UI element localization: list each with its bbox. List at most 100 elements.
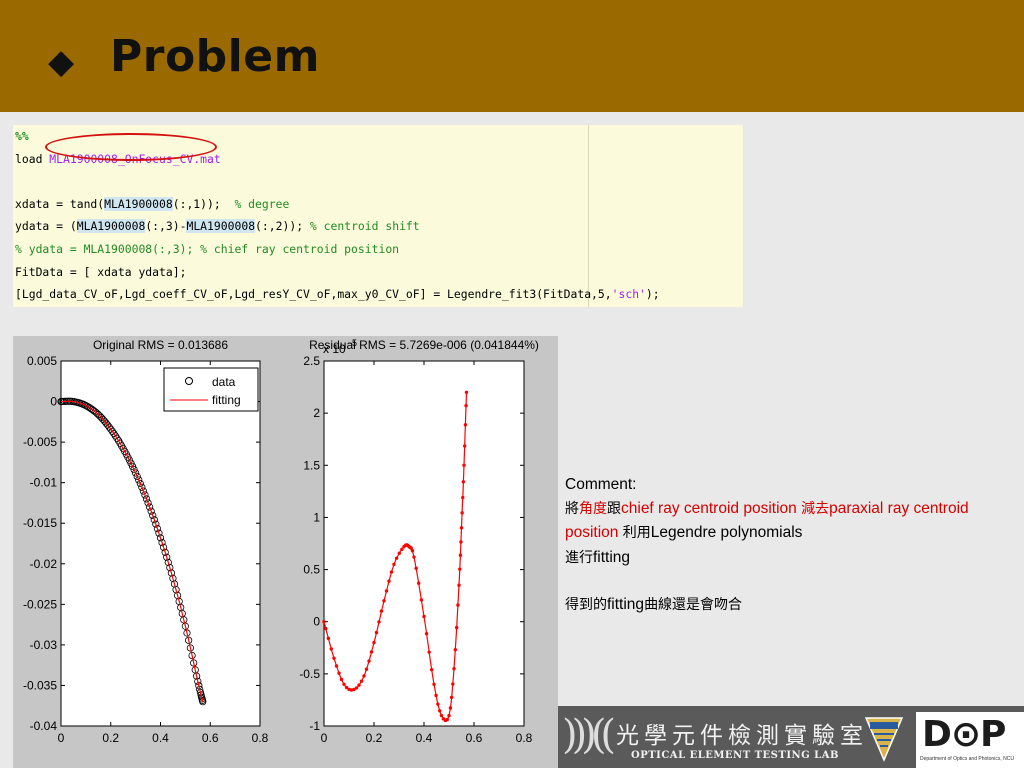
residual-point (334, 664, 339, 668)
code-line: [Lgd_data_CV_oF,Lgd_coeff_CV_oF,Lgd_resY… (15, 287, 660, 301)
code-token: ydata = ( (15, 219, 77, 234)
residual-point (457, 583, 461, 587)
residual-point (372, 640, 376, 645)
legend-box (163, 367, 259, 412)
code-token: ); (645, 287, 660, 302)
code-line: % ydata = MLA1900008(:,3); % chief ray c… (15, 242, 399, 256)
residual-point (379, 609, 384, 613)
residual-point (374, 630, 379, 635)
residual-point (452, 666, 456, 671)
residual-point (416, 581, 421, 585)
residual-point (445, 717, 450, 722)
y-tick-label: -0.035 (23, 678, 57, 692)
x-tick-label: 0 (58, 731, 65, 745)
residual-point (339, 677, 344, 682)
residual-point (459, 526, 464, 530)
legend-label-data: data (212, 375, 236, 389)
y-tick-label: 0 (50, 395, 57, 409)
code-line: ydata = (MLA1900008(:,3)-MLA1900008(:,2)… (15, 219, 420, 234)
y-tick-label: 2 (313, 406, 320, 420)
residual-point (439, 713, 444, 718)
y-tick-label: 1 (313, 510, 320, 524)
comment-heading: Comment: (565, 476, 637, 493)
x-tick-label: 0.6 (202, 731, 219, 745)
residual-point (377, 620, 381, 624)
code-token: MLA1900008 (76, 219, 146, 234)
residual-point (412, 555, 416, 559)
residual-point (400, 547, 404, 552)
editor-margin-line (588, 125, 589, 307)
y-tick-label: -0.025 (23, 597, 57, 611)
code-token: FitData = [ xdata ydata]; (15, 264, 187, 279)
code-token: (:,2)); (255, 219, 310, 234)
x-tick-label: 0.4 (416, 731, 433, 745)
residual-point (453, 648, 458, 652)
y-tick-label: 1.5 (303, 458, 320, 472)
residual-point (322, 620, 326, 624)
comment-line-2: 進行fitting (565, 548, 631, 566)
x-tick-label: 0.2 (102, 731, 119, 745)
y-tick-label: -0.04 (30, 719, 58, 733)
comment-line-3: 得到的fitting曲線還是會吻合 (565, 596, 743, 613)
x-tick-label: 0 (321, 731, 328, 745)
residual-point (397, 551, 402, 555)
code-token: xdata = tand( (15, 196, 105, 211)
exponent-label: x 10 (323, 342, 346, 356)
residual-point (461, 495, 465, 500)
residual-point (462, 444, 467, 448)
residual-point (332, 656, 336, 660)
residual-point (354, 686, 359, 690)
residual-point (429, 668, 434, 672)
lab-name-cn: 光學元件檢測實驗室 (616, 723, 868, 749)
y-tick-label: -1 (309, 719, 320, 733)
residual-point (436, 702, 440, 706)
y-tick-label: -0.02 (30, 557, 58, 571)
university-emblem-icon (864, 717, 904, 762)
residual-point (451, 682, 455, 686)
residual-point (389, 570, 394, 574)
comment-line-1: 將角度跟chief ray centroid position 減去paraxi… (565, 499, 969, 542)
y-tick-label: -0.5 (299, 667, 320, 681)
residual-point (447, 713, 451, 718)
exponent-power: -5 (349, 338, 357, 348)
x-tick-label: 0.8 (252, 731, 269, 745)
lens-arcs-icon: )))(( (562, 712, 616, 758)
code-token: load (15, 151, 50, 166)
y-tick-label: 0.5 (303, 563, 320, 577)
residual-point (342, 682, 346, 686)
residual-point (384, 589, 389, 593)
residual-point (461, 480, 466, 484)
y-tick-label: -0.005 (23, 435, 57, 449)
legend-label-fitting: fitting (212, 393, 241, 407)
dop-logo-sub: Department of Optics and Photonics, NCU (920, 756, 1014, 762)
dop-logo: D⊙P Department of Optics and Photonics, … (916, 712, 1024, 768)
residual-point (392, 562, 396, 567)
code-token: % degree (234, 196, 290, 211)
code-line: FitData = [ xdata ydata]; (15, 265, 186, 279)
y-tick-label: -0.015 (23, 516, 57, 530)
residual-point (437, 709, 442, 713)
residual-point (456, 603, 460, 607)
footer-banner: )))(( 光學元件檢測實驗室 OPTICAL ELEMENT TESTING … (558, 706, 1024, 768)
residual-point (422, 614, 426, 619)
residual-point (337, 671, 341, 675)
slide-title: Problem (110, 31, 320, 82)
residual-point (458, 567, 462, 571)
residual-point (410, 549, 415, 553)
residual-point (394, 556, 399, 560)
code-token: 'sch' (611, 287, 646, 302)
y-tick-label: 0.005 (27, 354, 57, 368)
residual-point (464, 390, 469, 394)
code-token: MLA1900008 (186, 219, 256, 234)
residual-point (359, 679, 364, 683)
lab-name-en: OPTICAL ELEMENT TESTING LAB (631, 750, 839, 761)
code-token: [Lgd_data_CV_oF,Lgd_coeff_CV_oF,Lgd_resY… (15, 287, 612, 302)
x-tick-label: 0.4 (152, 731, 169, 745)
residual-point (387, 579, 391, 583)
plot-title: Original RMS = 0.013686 (93, 338, 228, 352)
residual-point (382, 599, 386, 603)
residual-point (434, 693, 438, 698)
plot-axes-box (60, 360, 261, 727)
residual-point (424, 632, 429, 636)
residual-point (462, 463, 466, 467)
